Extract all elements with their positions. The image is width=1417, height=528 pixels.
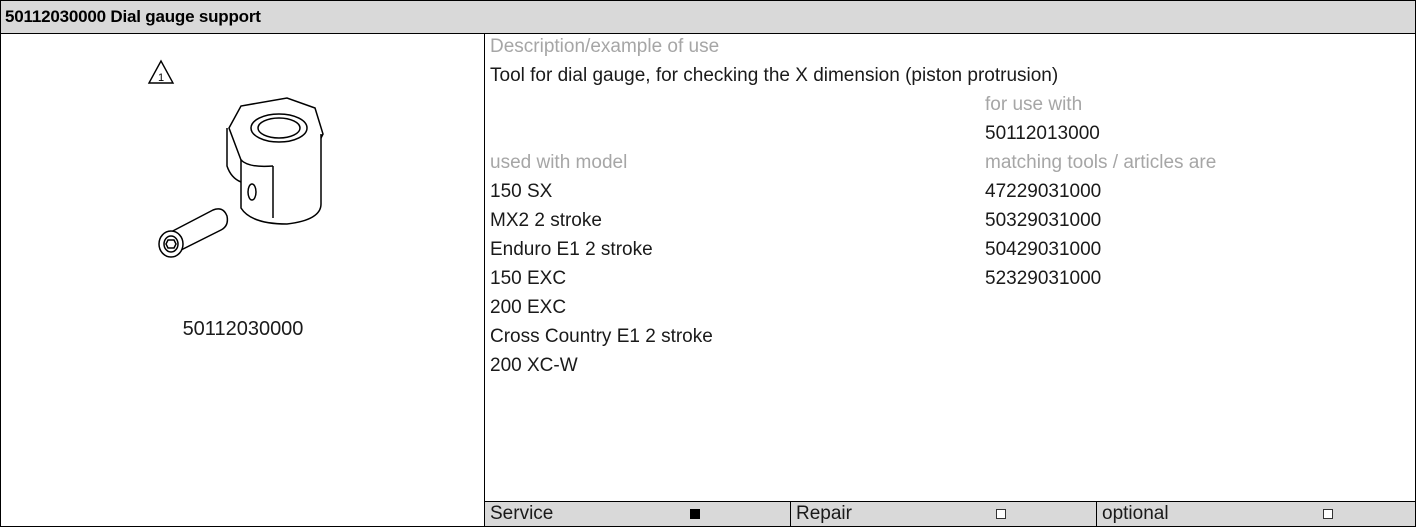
callout-number: 1 xyxy=(158,72,164,84)
dial-gauge-support-drawing: 1 xyxy=(147,59,324,258)
model-item: 200 XC-W xyxy=(490,355,578,376)
details-panel: Description/example of use Tool for dial… xyxy=(485,34,1415,526)
model-item: 150 EXC xyxy=(490,268,567,289)
title-bar: 50112030000 Dial gauge support xyxy=(1,1,1415,34)
tool-data-sheet: 50112030000 Dial gauge support 1 5011203… xyxy=(0,0,1416,527)
model-item: Enduro E1 2 stroke xyxy=(490,239,653,260)
repair-checkbox xyxy=(996,509,1006,519)
optional-checkbox xyxy=(1323,509,1333,519)
service-checkbox xyxy=(690,509,700,519)
illustration-panel: 1 50112030000 xyxy=(1,34,485,526)
for-use-with-label: for use with xyxy=(985,94,1083,115)
part-number-caption: 50112030000 xyxy=(182,318,304,340)
category-footer: Service Repair optional xyxy=(485,501,1415,527)
matching-item: 52329031000 xyxy=(985,268,1102,289)
models-label: used with model xyxy=(490,152,628,173)
description-label: Description/example of use xyxy=(490,36,720,57)
model-item: 200 EXC xyxy=(490,297,567,318)
matching-item: 50329031000 xyxy=(985,210,1102,231)
optional-label: optional xyxy=(1102,503,1169,524)
service-label: Service xyxy=(490,503,554,524)
socket-cap-screw-shape xyxy=(158,208,229,258)
repair-cell: Repair xyxy=(790,502,1096,527)
for-use-with-value: 50112013000 xyxy=(985,123,1100,144)
hex-nut-shape xyxy=(226,97,324,225)
repair-label: Repair xyxy=(796,503,852,524)
matching-item: 50429031000 xyxy=(985,239,1102,260)
model-item: Cross Country E1 2 stroke xyxy=(490,326,713,347)
warning-triangle-icon: 1 xyxy=(147,59,175,84)
matching-label: matching tools / articles are xyxy=(985,152,1217,173)
model-item: 150 SX xyxy=(490,181,553,202)
service-cell: Service xyxy=(485,502,790,527)
sheet-title: 50112030000 Dial gauge support xyxy=(5,7,261,26)
matching-item: 47229031000 xyxy=(985,181,1102,202)
model-item: MX2 2 stroke xyxy=(490,210,602,231)
optional-cell: optional xyxy=(1096,502,1415,527)
description-text: Tool for dial gauge, for checking the X … xyxy=(490,65,1059,86)
